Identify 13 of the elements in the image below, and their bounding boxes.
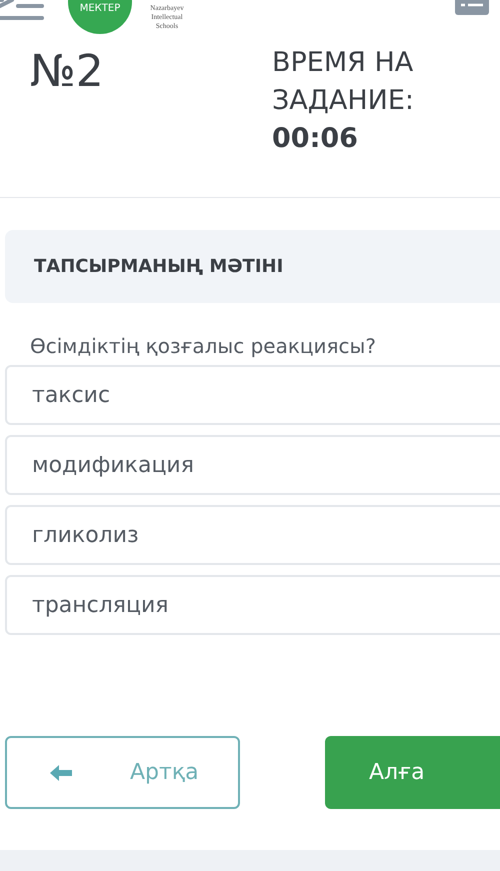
time-value: 00:06: [272, 122, 359, 156]
answer-option[interactable]: таксис: [5, 365, 500, 425]
time-label: ВРЕМЯ НА ЗАДАНИЕ:: [272, 46, 416, 118]
list-icon[interactable]: [455, 0, 489, 16]
task-number: №2: [30, 46, 104, 97]
section-header: ТАПСЫРМАНЫҢ МӘТІНІ: [5, 230, 500, 303]
answer-option[interactable]: трансляция: [5, 575, 500, 635]
question-text: Өсімдіктің қозғалыс реакциясы?: [29, 333, 377, 360]
answer-option[interactable]: модификация: [5, 435, 500, 495]
answer-option[interactable]: гликолиз: [5, 505, 500, 565]
arrow-left-icon: [48, 764, 74, 782]
logo: МЕКТЕР: [68, 0, 132, 34]
menu-icon[interactable]: [0, 0, 44, 22]
